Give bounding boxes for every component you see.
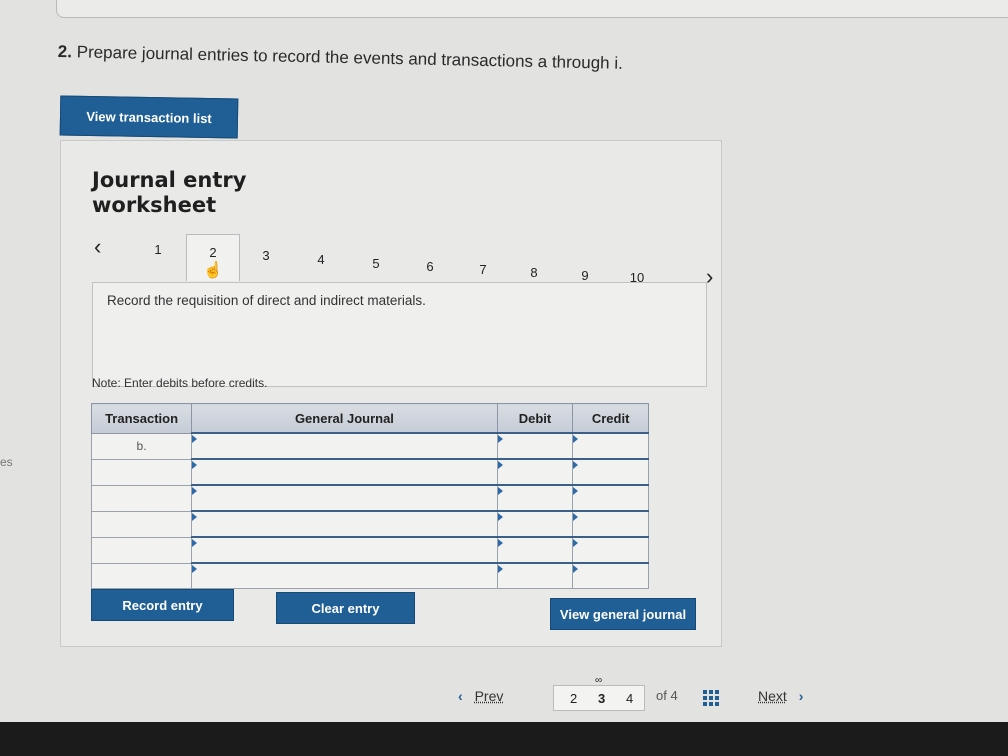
screen-bezel	[0, 722, 1008, 756]
chevron-left-icon: ‹	[458, 688, 463, 704]
worksheet-title: Journal entry worksheet	[92, 168, 246, 218]
tab-6[interactable]: 6	[420, 259, 440, 274]
next-label: Next	[758, 688, 787, 704]
link-icon: ∞	[595, 675, 603, 686]
prev-label: Prev	[474, 688, 504, 704]
account-input[interactable]	[191, 484, 498, 512]
transaction-cell	[90, 510, 193, 538]
record-entry-button[interactable]: Record entry	[91, 589, 234, 621]
transaction-cell	[90, 484, 193, 512]
chevron-right-icon: ›	[798, 688, 804, 704]
tab-2[interactable]: 2 ☝	[186, 234, 240, 281]
debit-input[interactable]	[496, 536, 574, 564]
account-input[interactable]	[191, 458, 498, 486]
debit-input[interactable]	[496, 432, 574, 460]
page-2[interactable]: 2	[570, 691, 577, 706]
credit-input[interactable]	[572, 510, 649, 538]
table-row	[90, 484, 649, 512]
edge-text: es	[0, 455, 13, 469]
account-input[interactable]	[191, 562, 498, 589]
tab-7[interactable]: 7	[473, 262, 493, 277]
transaction-cell	[90, 562, 193, 589]
clear-entry-button[interactable]: Clear entry	[276, 592, 415, 624]
table-row: b.	[90, 432, 649, 460]
tab-2-label: 2	[209, 245, 217, 260]
credit-input[interactable]	[572, 562, 649, 589]
credit-input[interactable]	[572, 484, 649, 512]
header-credit: Credit	[572, 403, 649, 434]
credit-input[interactable]	[572, 432, 649, 460]
entry-description-box: Record the requisition of direct and ind…	[92, 282, 707, 387]
question-body: Prepare journal entries to record the ev…	[76, 42, 624, 73]
table-row	[90, 562, 649, 589]
account-input[interactable]	[191, 510, 498, 538]
table-row	[90, 510, 649, 538]
credit-input[interactable]	[572, 458, 649, 486]
journal-table: Transaction General Journal Debit Credit…	[90, 403, 649, 589]
view-general-journal-button[interactable]: View general journal	[550, 598, 696, 630]
debit-input[interactable]	[496, 562, 574, 589]
table-row	[90, 458, 649, 486]
top-frame	[56, 0, 1008, 18]
tab-1[interactable]: 1	[148, 242, 168, 257]
page-selector: 2 ∞ 3 4	[553, 675, 645, 711]
account-input[interactable]	[191, 536, 498, 564]
question-text: 2. Prepare journal entries to record the…	[58, 42, 623, 74]
transaction-cell: b.	[90, 432, 193, 460]
transaction-cell	[90, 458, 193, 486]
tab-9[interactable]: 9	[575, 268, 595, 283]
entry-description: Record the requisition of direct and ind…	[107, 293, 426, 308]
tab-3[interactable]: 3	[256, 248, 276, 263]
prev-link[interactable]: ‹ Prev	[458, 688, 503, 704]
header-general-journal: General Journal	[191, 403, 498, 434]
page-3[interactable]: 3	[598, 691, 605, 706]
header-debit: Debit	[496, 403, 574, 434]
transaction-cell	[90, 536, 193, 564]
page-count: of 4	[656, 688, 678, 703]
debit-input[interactable]	[496, 510, 574, 538]
header-transaction: Transaction	[90, 403, 193, 434]
hand-cursor-icon: ☝	[203, 262, 223, 279]
tab-5[interactable]: 5	[366, 256, 386, 271]
question-number: 2.	[57, 42, 73, 62]
tab-8[interactable]: 8	[524, 265, 544, 280]
page-4[interactable]: 4	[626, 691, 633, 706]
tab-4[interactable]: 4	[311, 252, 331, 267]
worksheet-title-line2: worksheet	[92, 193, 217, 217]
debit-input[interactable]	[496, 484, 574, 512]
chevron-left-icon[interactable]: ‹	[94, 234, 101, 260]
worksheet-title-line1: Journal entry	[92, 168, 247, 192]
entry-tabs: ‹ 1 2 ☝ 3 4 5 6 7 8 9 10 ›	[90, 234, 730, 289]
table-row	[90, 536, 649, 564]
credit-input[interactable]	[572, 536, 649, 564]
next-link[interactable]: Next ›	[758, 688, 803, 704]
view-transaction-list-button[interactable]: View transaction list	[59, 95, 239, 139]
chevron-right-icon[interactable]: ›	[706, 264, 713, 290]
grid-icon[interactable]	[703, 690, 719, 706]
debit-input[interactable]	[496, 458, 574, 486]
account-input[interactable]	[191, 432, 498, 460]
note-text: Note: Enter debits before credits.	[92, 376, 268, 390]
